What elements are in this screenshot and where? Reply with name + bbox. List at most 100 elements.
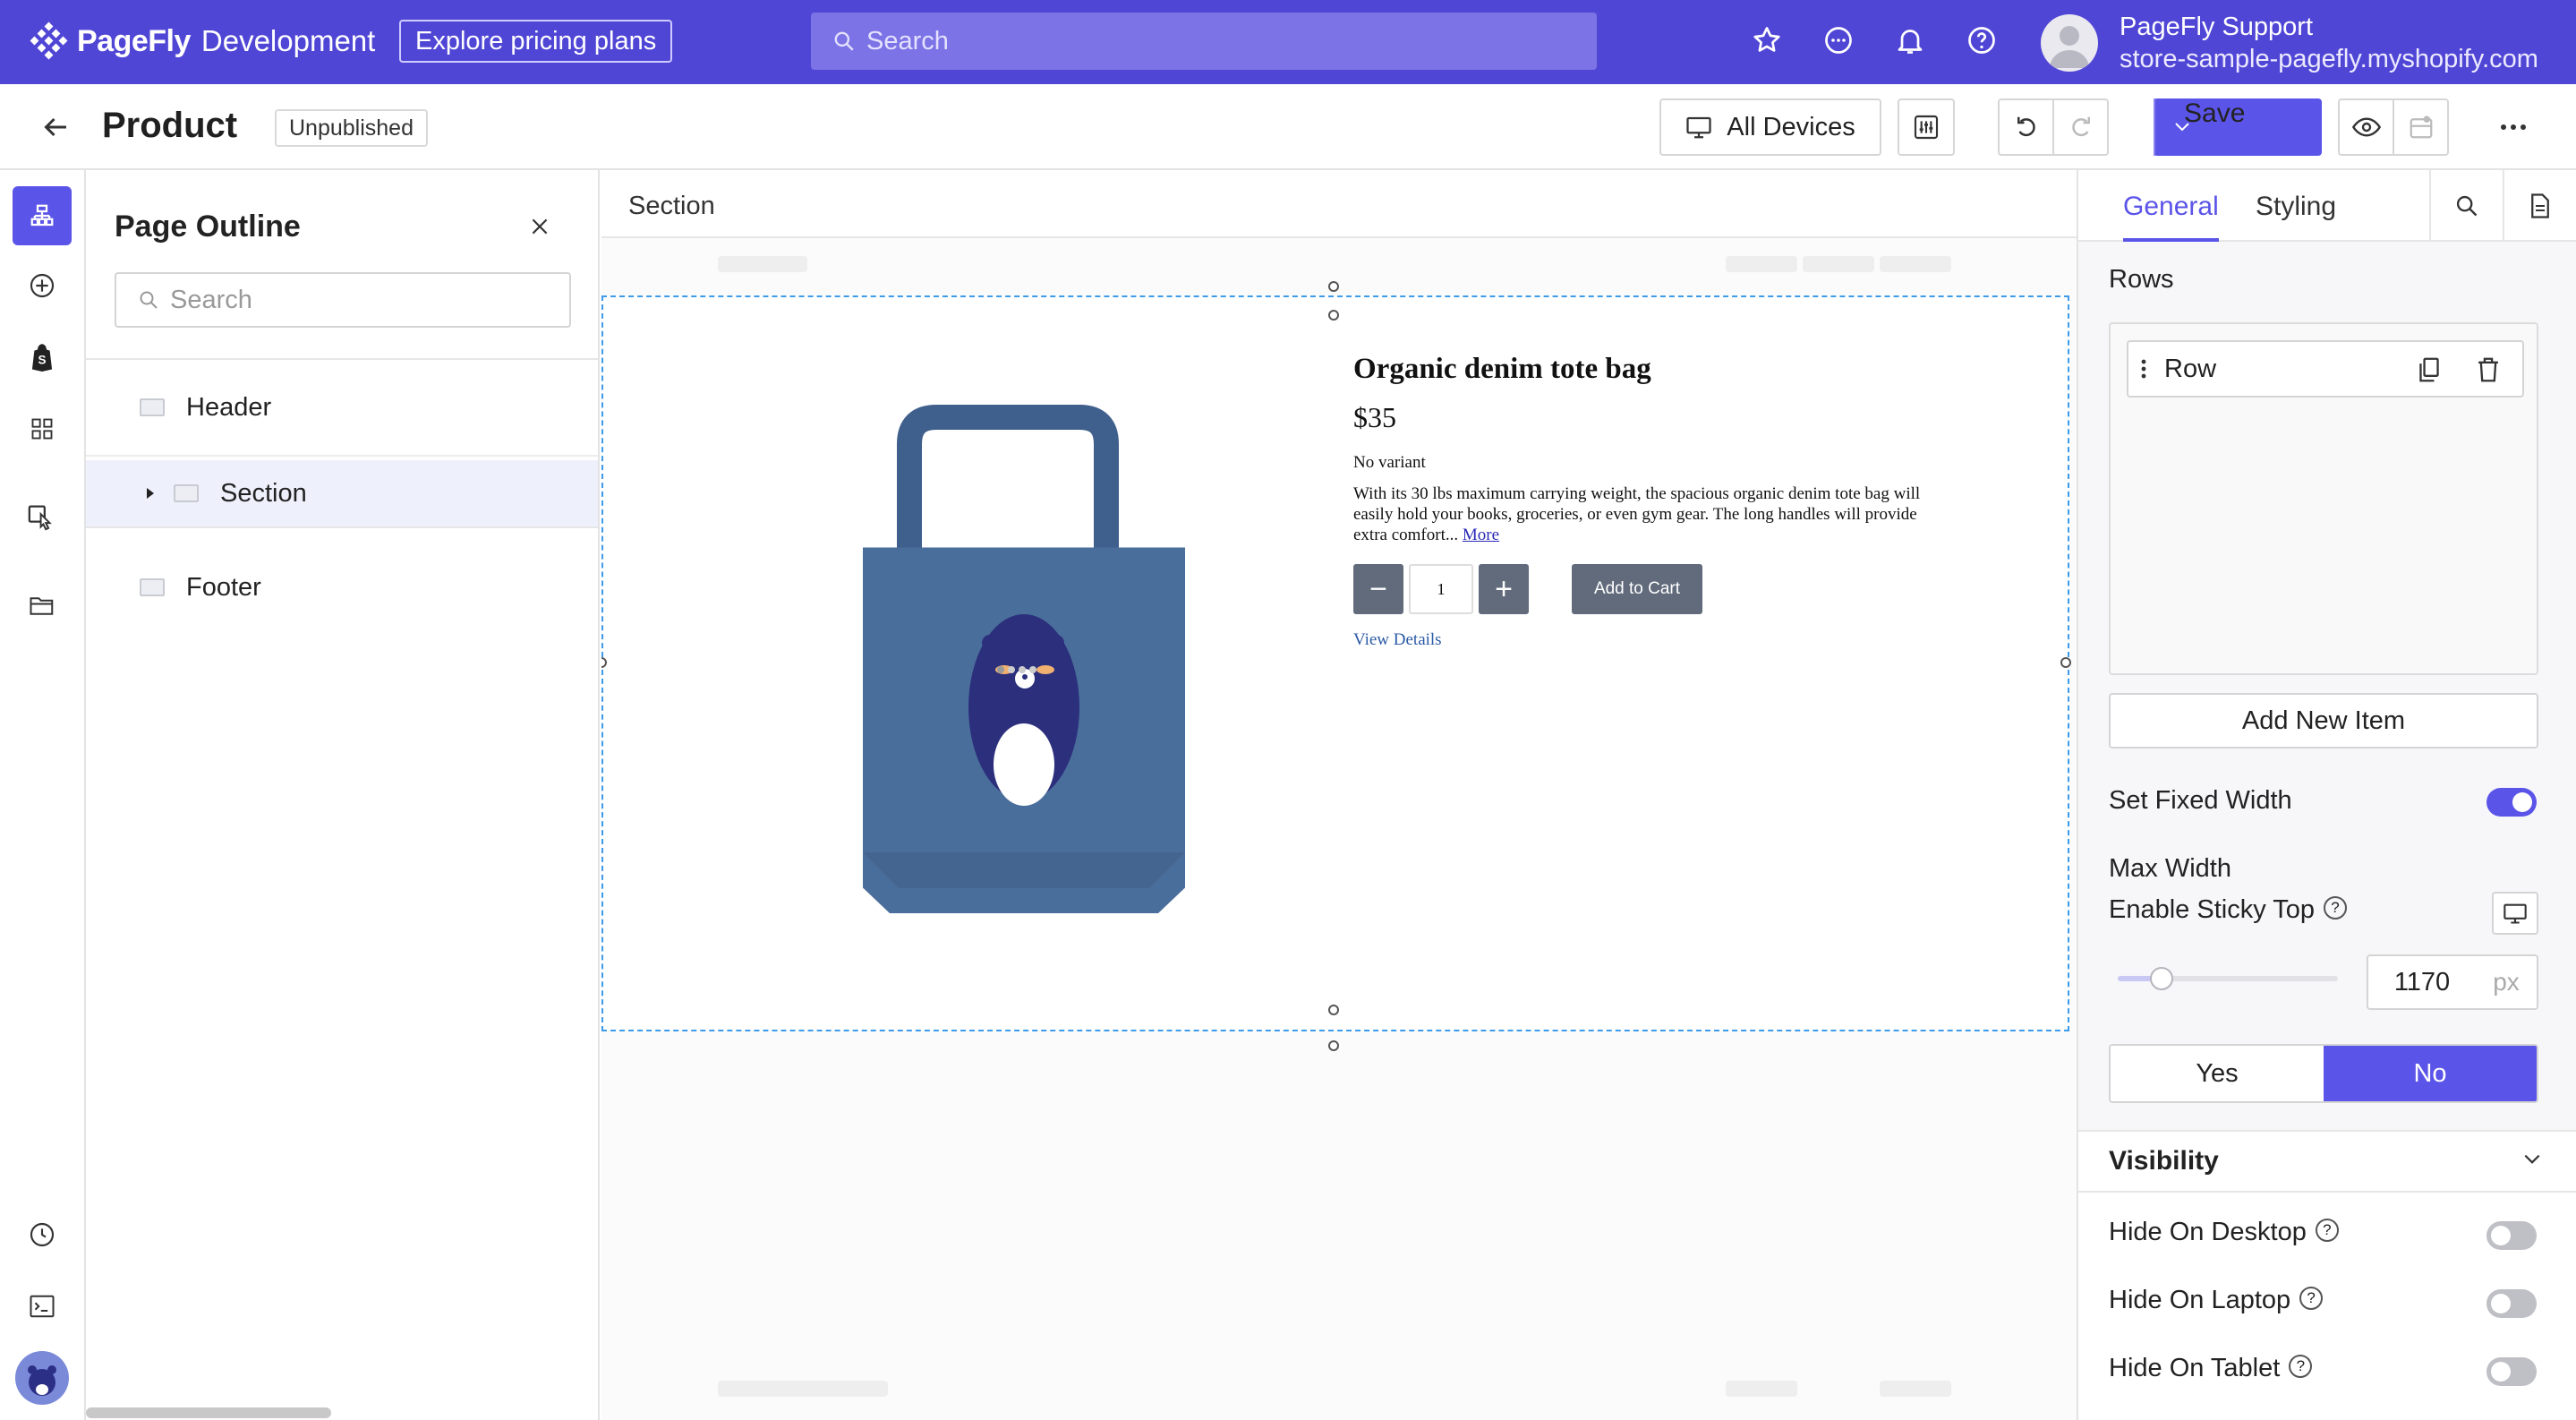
pagefly-logo[interactable]: PageFly Development	[29, 21, 375, 61]
padding-handle-bottom[interactable]	[1328, 1005, 1339, 1015]
max-width-slider-knob[interactable]	[2150, 967, 2174, 990]
quantity-decrease-button[interactable]: −	[1353, 564, 1403, 614]
hide-on-tablet-toggle[interactable]	[2486, 1357, 2537, 1386]
hide-on-desktop-text: Hide On Desktop	[2109, 1218, 2307, 1246]
quantity-input[interactable]: 1	[1409, 564, 1473, 614]
undo-button[interactable]	[2000, 100, 2052, 154]
inspector-document-icon[interactable]	[2503, 170, 2576, 242]
sticky-top-segment[interactable]: Yes No	[2109, 1044, 2538, 1103]
header-block-icon	[140, 398, 165, 416]
inspector-tabs: General Styling	[2078, 170, 2576, 242]
inspector-search-icon[interactable]	[2429, 170, 2503, 242]
max-width-slider[interactable]	[2118, 967, 2338, 990]
pagefly-logo-icon	[29, 21, 68, 61]
trash-icon[interactable]	[2476, 356, 2501, 383]
more-options-button[interactable]	[2486, 98, 2540, 156]
max-width-label: Max Width	[2109, 854, 2231, 883]
hide-on-tablet-label: Hide On Tablet?	[2109, 1354, 2313, 1383]
sticky-yes-option[interactable]: Yes	[2111, 1046, 2324, 1101]
hide-on-laptop-label: Hide On Laptop?	[2109, 1286, 2324, 1315]
add-to-cart-button[interactable]: Add to Cart	[1572, 564, 1702, 614]
padding-handle-top[interactable]	[1328, 310, 1339, 321]
outline-item-footer[interactable]: Footer	[86, 539, 598, 636]
hide-on-desktop-label: Hide On Desktop?	[2109, 1218, 2339, 1247]
sticky-no-option[interactable]: No	[2324, 1046, 2537, 1101]
outline-item-section[interactable]: Section	[86, 460, 598, 528]
save-button[interactable]: Save	[2184, 98, 2245, 129]
folder-icon[interactable]	[13, 577, 72, 636]
shopify-icon[interactable]: S	[13, 328, 72, 387]
product-price[interactable]: $35	[1353, 401, 1396, 434]
outline-item-header[interactable]: Header	[86, 360, 598, 457]
view-details-link[interactable]: View Details	[1353, 630, 1442, 650]
product-description[interactable]: With its 30 lbs maximum carrying weight,…	[1353, 483, 1944, 545]
product-image[interactable]	[809, 369, 1239, 924]
publish-button[interactable]	[2393, 100, 2447, 154]
row-item[interactable]: Row	[2127, 340, 2524, 398]
max-width-unit[interactable]: px	[2476, 954, 2538, 1010]
outline-search-placeholder: Search	[170, 285, 252, 314]
drag-handle-icon[interactable]	[2141, 358, 2146, 380]
resize-handle-bottom[interactable]	[1328, 1040, 1339, 1051]
apps-icon[interactable]	[13, 399, 72, 458]
device-desktop-icon[interactable]	[2492, 892, 2538, 935]
more-link[interactable]: More	[1463, 526, 1499, 544]
page-outline-panel: Page Outline Search Header Section Foote…	[86, 170, 600, 1420]
tab-general[interactable]: General	[2123, 192, 2219, 242]
visibility-section-header[interactable]: Visibility	[2078, 1130, 2576, 1193]
all-devices-button[interactable]: All Devices	[1659, 98, 1881, 156]
max-width-input[interactable]: 1170	[2367, 954, 2478, 1010]
product-variant[interactable]: No variant	[1353, 453, 1426, 473]
tab-styling[interactable]: Styling	[2256, 192, 2336, 222]
resize-handle-left[interactable]	[601, 657, 607, 668]
expand-caret-icon[interactable]	[145, 486, 156, 500]
brand-name: PageFly	[77, 23, 191, 58]
quantity-increase-button[interactable]: +	[1479, 564, 1529, 614]
hide-on-laptop-toggle[interactable]	[2486, 1289, 2537, 1318]
outline-search-input[interactable]: Search	[115, 272, 571, 328]
add-new-item-button[interactable]: Add New Item	[2109, 693, 2538, 748]
product-title[interactable]: Organic denim tote bag	[1353, 353, 1651, 386]
add-element-icon[interactable]	[13, 256, 72, 315]
left-icon-rail: S	[0, 170, 86, 1420]
duplicate-icon[interactable]	[2417, 356, 2442, 383]
row-item-label: Row	[2164, 354, 2217, 383]
global-search-input[interactable]: Search	[811, 13, 1597, 70]
star-icon[interactable]	[1751, 24, 1783, 56]
help-icon[interactable]: ?	[2324, 896, 2347, 920]
explore-pricing-button[interactable]: Explore pricing plans	[399, 20, 673, 63]
selected-section[interactable]: Organic denim tote bag $35 No variant Wi…	[601, 295, 2071, 1031]
page-title: Product	[102, 106, 238, 145]
resize-handle-right[interactable]	[2060, 657, 2071, 668]
bell-icon[interactable]	[1894, 24, 1926, 56]
chat-icon[interactable]	[1822, 24, 1855, 56]
close-icon[interactable]	[528, 215, 551, 238]
preview-eye-button[interactable]	[2340, 100, 2393, 154]
user-avatar	[2041, 14, 2098, 72]
search-placeholder: Search	[866, 26, 949, 56]
help-icon[interactable]: ?	[2299, 1287, 2324, 1311]
history-icon[interactable]	[13, 1205, 72, 1264]
breadcrumb[interactable]: Section	[628, 192, 715, 221]
image-carousel-dots[interactable]	[997, 666, 1036, 673]
help-icon[interactable]: ?	[2315, 1219, 2339, 1243]
back-arrow-icon[interactable]	[39, 111, 72, 143]
outline-horizontal-scrollbar[interactable]	[86, 1407, 331, 1418]
save-button-group[interactable]: Save	[2154, 98, 2322, 156]
fixed-width-toggle[interactable]	[2486, 788, 2537, 817]
interaction-icon[interactable]	[13, 487, 72, 546]
resize-handle-top[interactable]	[1328, 281, 1339, 292]
all-devices-label: All Devices	[1727, 112, 1855, 141]
enable-sticky-top-text: Enable Sticky Top	[2109, 895, 2315, 924]
user-menu[interactable]: PageFly Support store-sample-pagefly.mys…	[2041, 11, 2538, 75]
hide-on-desktop-toggle[interactable]	[2486, 1221, 2537, 1250]
quantity-stepper[interactable]: − 1 + Add to Cart	[1353, 564, 1702, 614]
help-icon[interactable]: ?	[2289, 1355, 2313, 1379]
redo-button[interactable]	[2052, 100, 2107, 154]
avatar-icon[interactable]	[13, 1348, 72, 1407]
settings-sliders-button[interactable]	[1898, 98, 1955, 156]
editor-canvas[interactable]: Organic denim tote bag $35 No variant Wi…	[601, 238, 2077, 1420]
terminal-icon[interactable]	[13, 1277, 72, 1336]
page-outline-icon[interactable]	[13, 186, 72, 245]
help-icon[interactable]	[1966, 24, 1998, 56]
